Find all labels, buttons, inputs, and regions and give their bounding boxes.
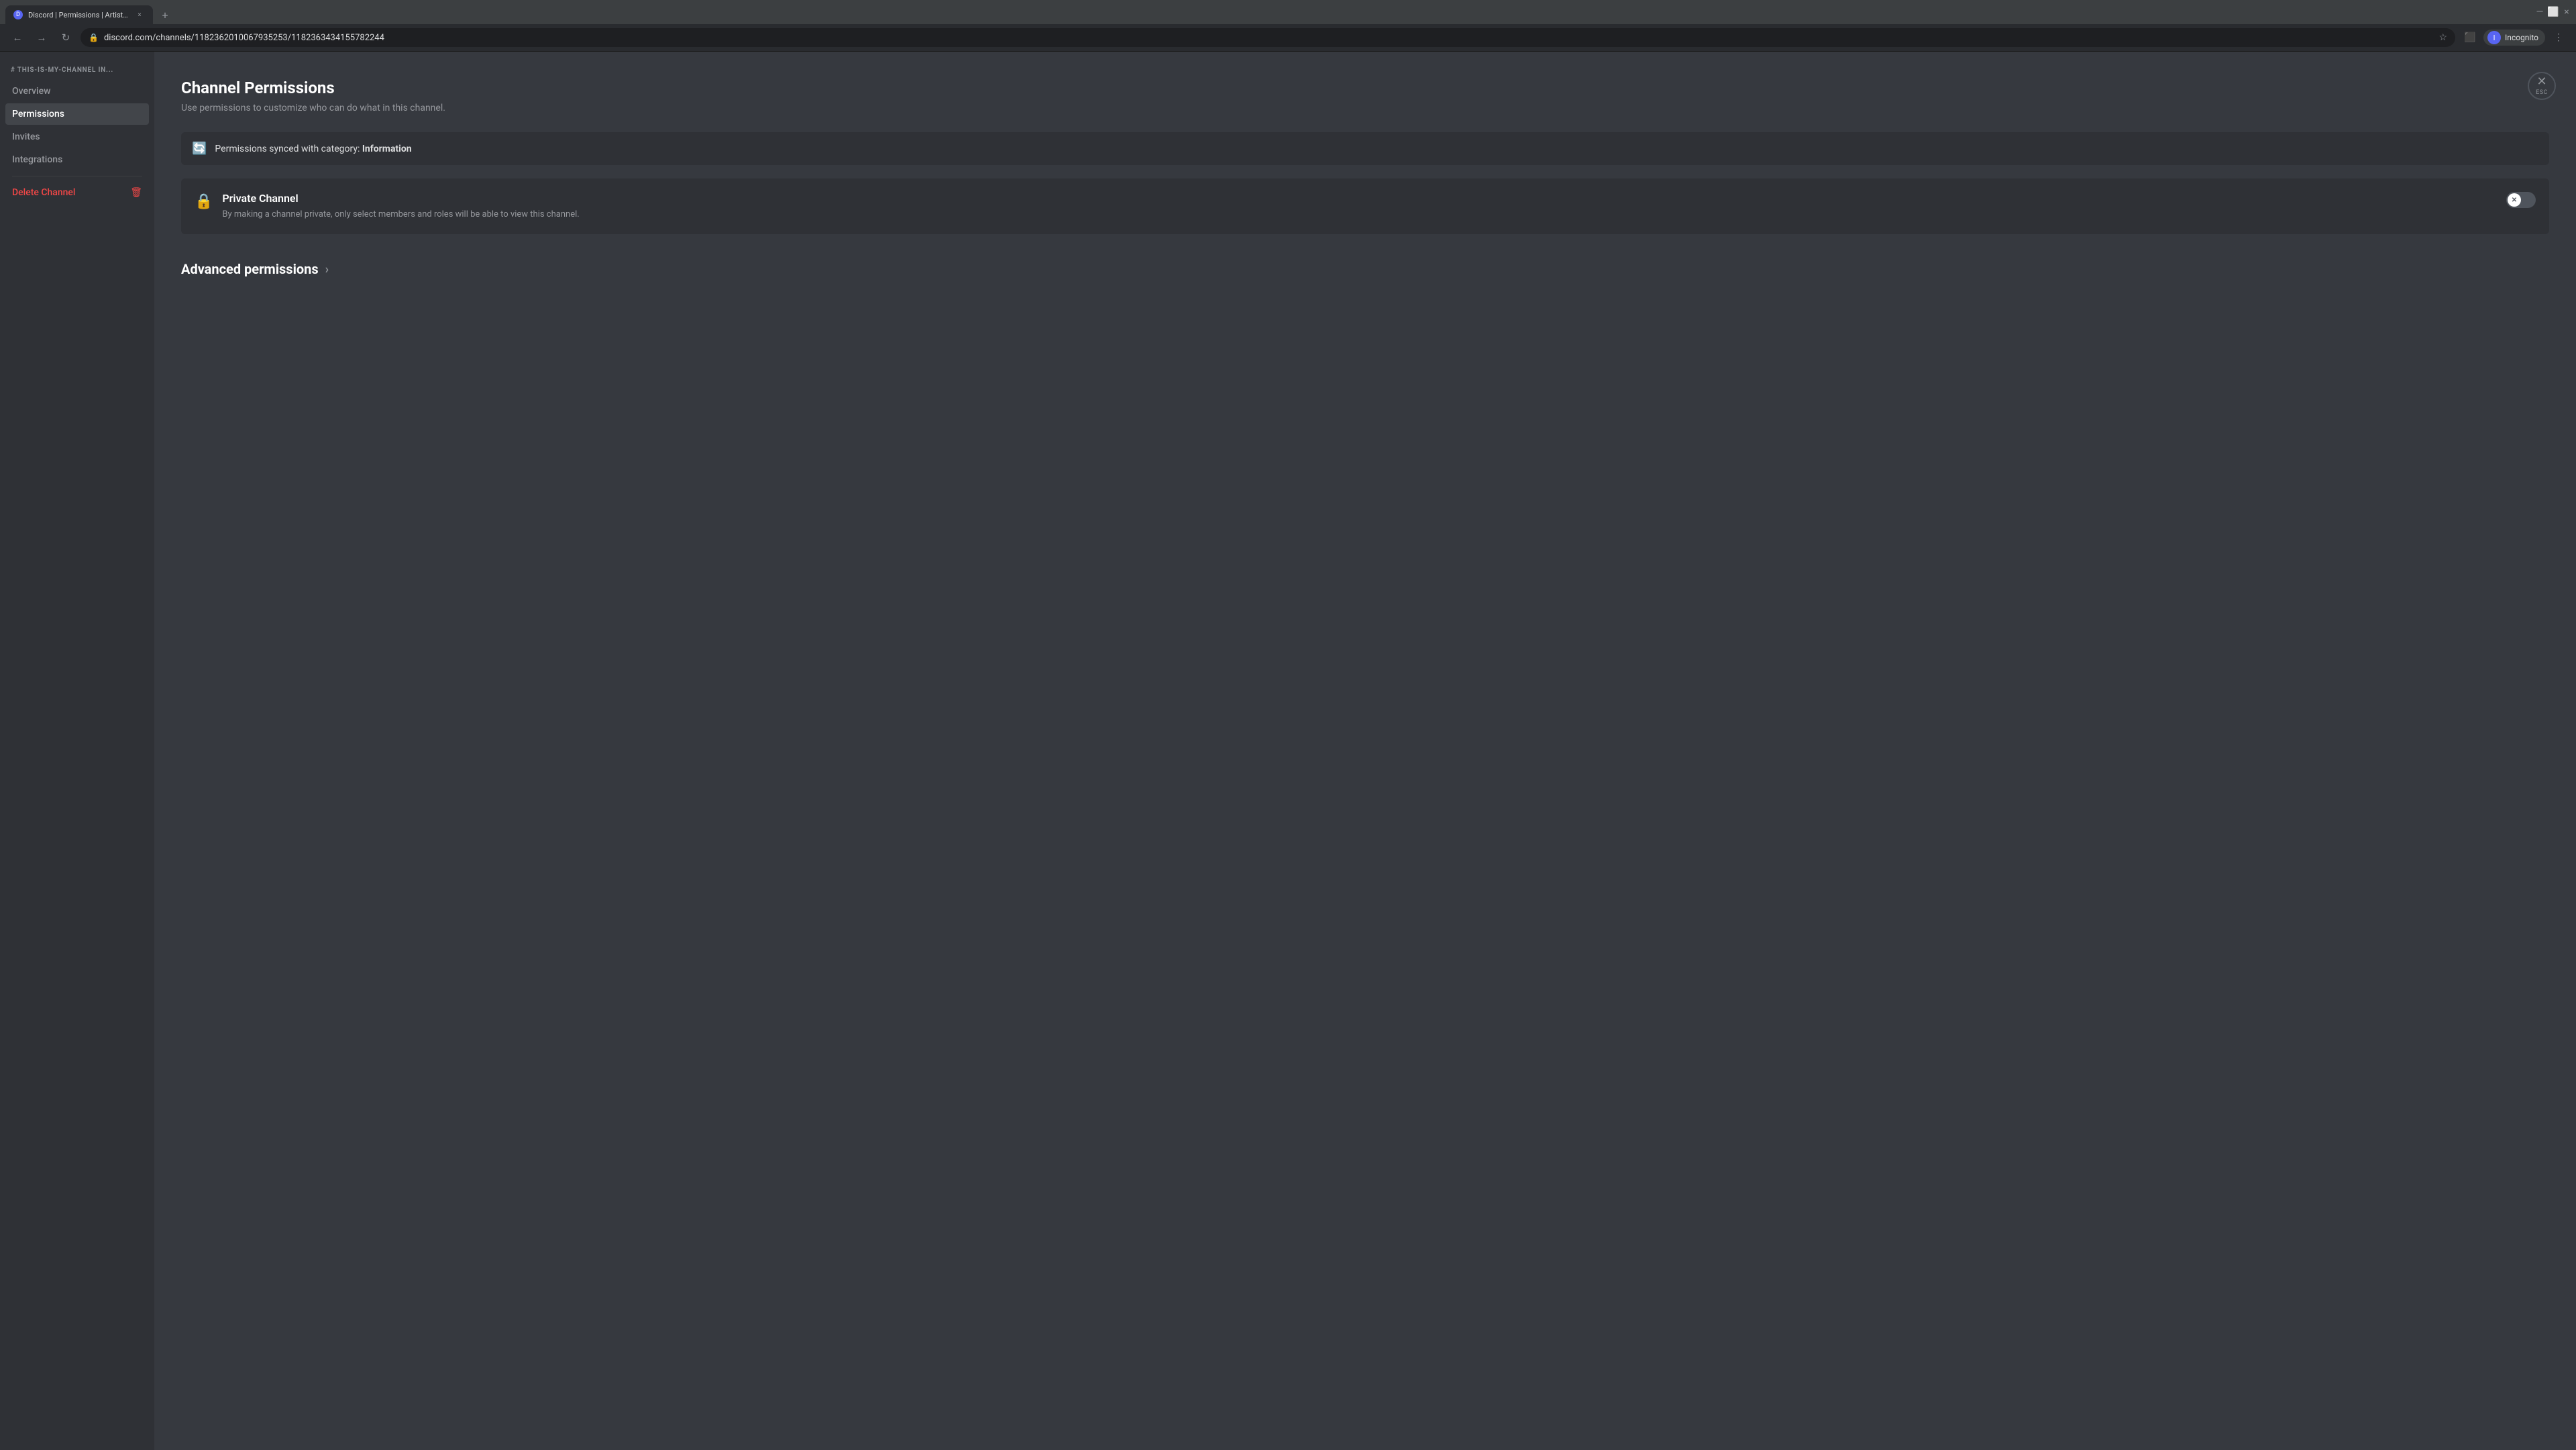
toggle-container: ✕ [2506, 192, 2536, 208]
sync-notice: 🔄 Permissions synced with category: Info… [181, 132, 2549, 165]
private-channel-title: Private Channel [222, 192, 2497, 205]
advanced-permissions-label: Advanced permissions [181, 261, 319, 277]
tab-title: Discord | Permissions | Artists Di [28, 11, 129, 19]
browser-toolbar: ← → ↻ 🔒 discord.com/channels/11823620100… [0, 24, 2576, 51]
sidebar-item-integrations[interactable]: Integrations [5, 149, 149, 170]
menu-button[interactable]: ⋮ [2549, 28, 2568, 47]
maximize-button[interactable]: ⬜ [2549, 8, 2557, 16]
address-bar[interactable]: 🔒 discord.com/channels/11823620100679352… [80, 28, 2455, 47]
private-channel-toggle[interactable]: ✕ [2506, 192, 2536, 208]
close-x-icon: ✕ [2536, 76, 2546, 88]
tab-close-button[interactable]: × [134, 9, 145, 20]
incognito-badge[interactable]: I Incognito [2483, 30, 2545, 46]
settings-sidebar: # THIS-IS-MY-CHANNEL IN... Overview Perm… [0, 52, 154, 1450]
refresh-button[interactable]: ↻ [56, 28, 75, 47]
sync-icon: 🔄 [192, 142, 207, 156]
tab-favicon: D [13, 10, 23, 19]
toolbar-right: ⬛ I Incognito ⋮ [2461, 28, 2568, 47]
sync-text: Permissions synced with category: Inform… [215, 144, 411, 154]
delete-channel-button[interactable]: Delete Channel 🗑 [5, 182, 149, 203]
advanced-permissions-link[interactable]: Advanced permissions › [181, 256, 2549, 282]
browser-tabs: D Discord | Permissions | Artists Di × + [5, 0, 174, 24]
forward-button[interactable]: → [32, 28, 51, 47]
esc-label: ESC [2536, 89, 2548, 96]
sidebar-item-permissions[interactable]: Permissions [5, 103, 149, 125]
back-button[interactable]: ← [8, 28, 27, 47]
bookmark-icon[interactable]: ☆ [2438, 32, 2447, 43]
close-window-button[interactable]: × [2563, 8, 2571, 16]
toggle-x-icon: ✕ [2512, 197, 2517, 204]
url-text: discord.com/channels/1182362010067935253… [104, 33, 2434, 43]
lock-icon: 🔒 [89, 33, 99, 42]
incognito-icon: I [2487, 31, 2501, 44]
chevron-right-icon: › [325, 262, 329, 276]
settings-content: ✕ ESC Channel Permissions Use permission… [154, 52, 2576, 1450]
minimize-button[interactable]: — [2536, 8, 2544, 16]
toggle-knob: ✕ [2508, 193, 2521, 207]
sidebar-item-overview[interactable]: Overview [5, 81, 149, 102]
private-channel-card: 🔒 Private Channel By making a channel pr… [181, 178, 2549, 234]
page-title: Channel Permissions [181, 79, 2549, 97]
extensions-button[interactable]: ⬛ [2461, 28, 2479, 47]
window-controls: — ⬜ × [2536, 8, 2571, 16]
private-channel-description: By making a channel private, only select… [222, 209, 2497, 221]
sidebar-item-invites[interactable]: Invites [5, 126, 149, 148]
page-subtitle: Use permissions to customize who can do … [181, 103, 2549, 113]
active-tab[interactable]: D Discord | Permissions | Artists Di × [5, 5, 153, 24]
incognito-label: Incognito [2505, 33, 2538, 42]
trash-icon: 🗑 [130, 187, 142, 198]
browser-titlebar: D Discord | Permissions | Artists Di × +… [0, 0, 2576, 24]
channel-label: # THIS-IS-MY-CHANNEL IN... [5, 62, 149, 78]
private-channel-lock-icon: 🔒 [195, 193, 213, 210]
new-tab-button[interactable]: + [156, 5, 174, 24]
browser-chrome: D Discord | Permissions | Artists Di × +… [0, 0, 2576, 52]
close-button[interactable]: ✕ ESC [2528, 72, 2556, 100]
private-channel-info: Private Channel By making a channel priv… [222, 192, 2497, 221]
app-container: # THIS-IS-MY-CHANNEL IN... Overview Perm… [0, 52, 2576, 1450]
